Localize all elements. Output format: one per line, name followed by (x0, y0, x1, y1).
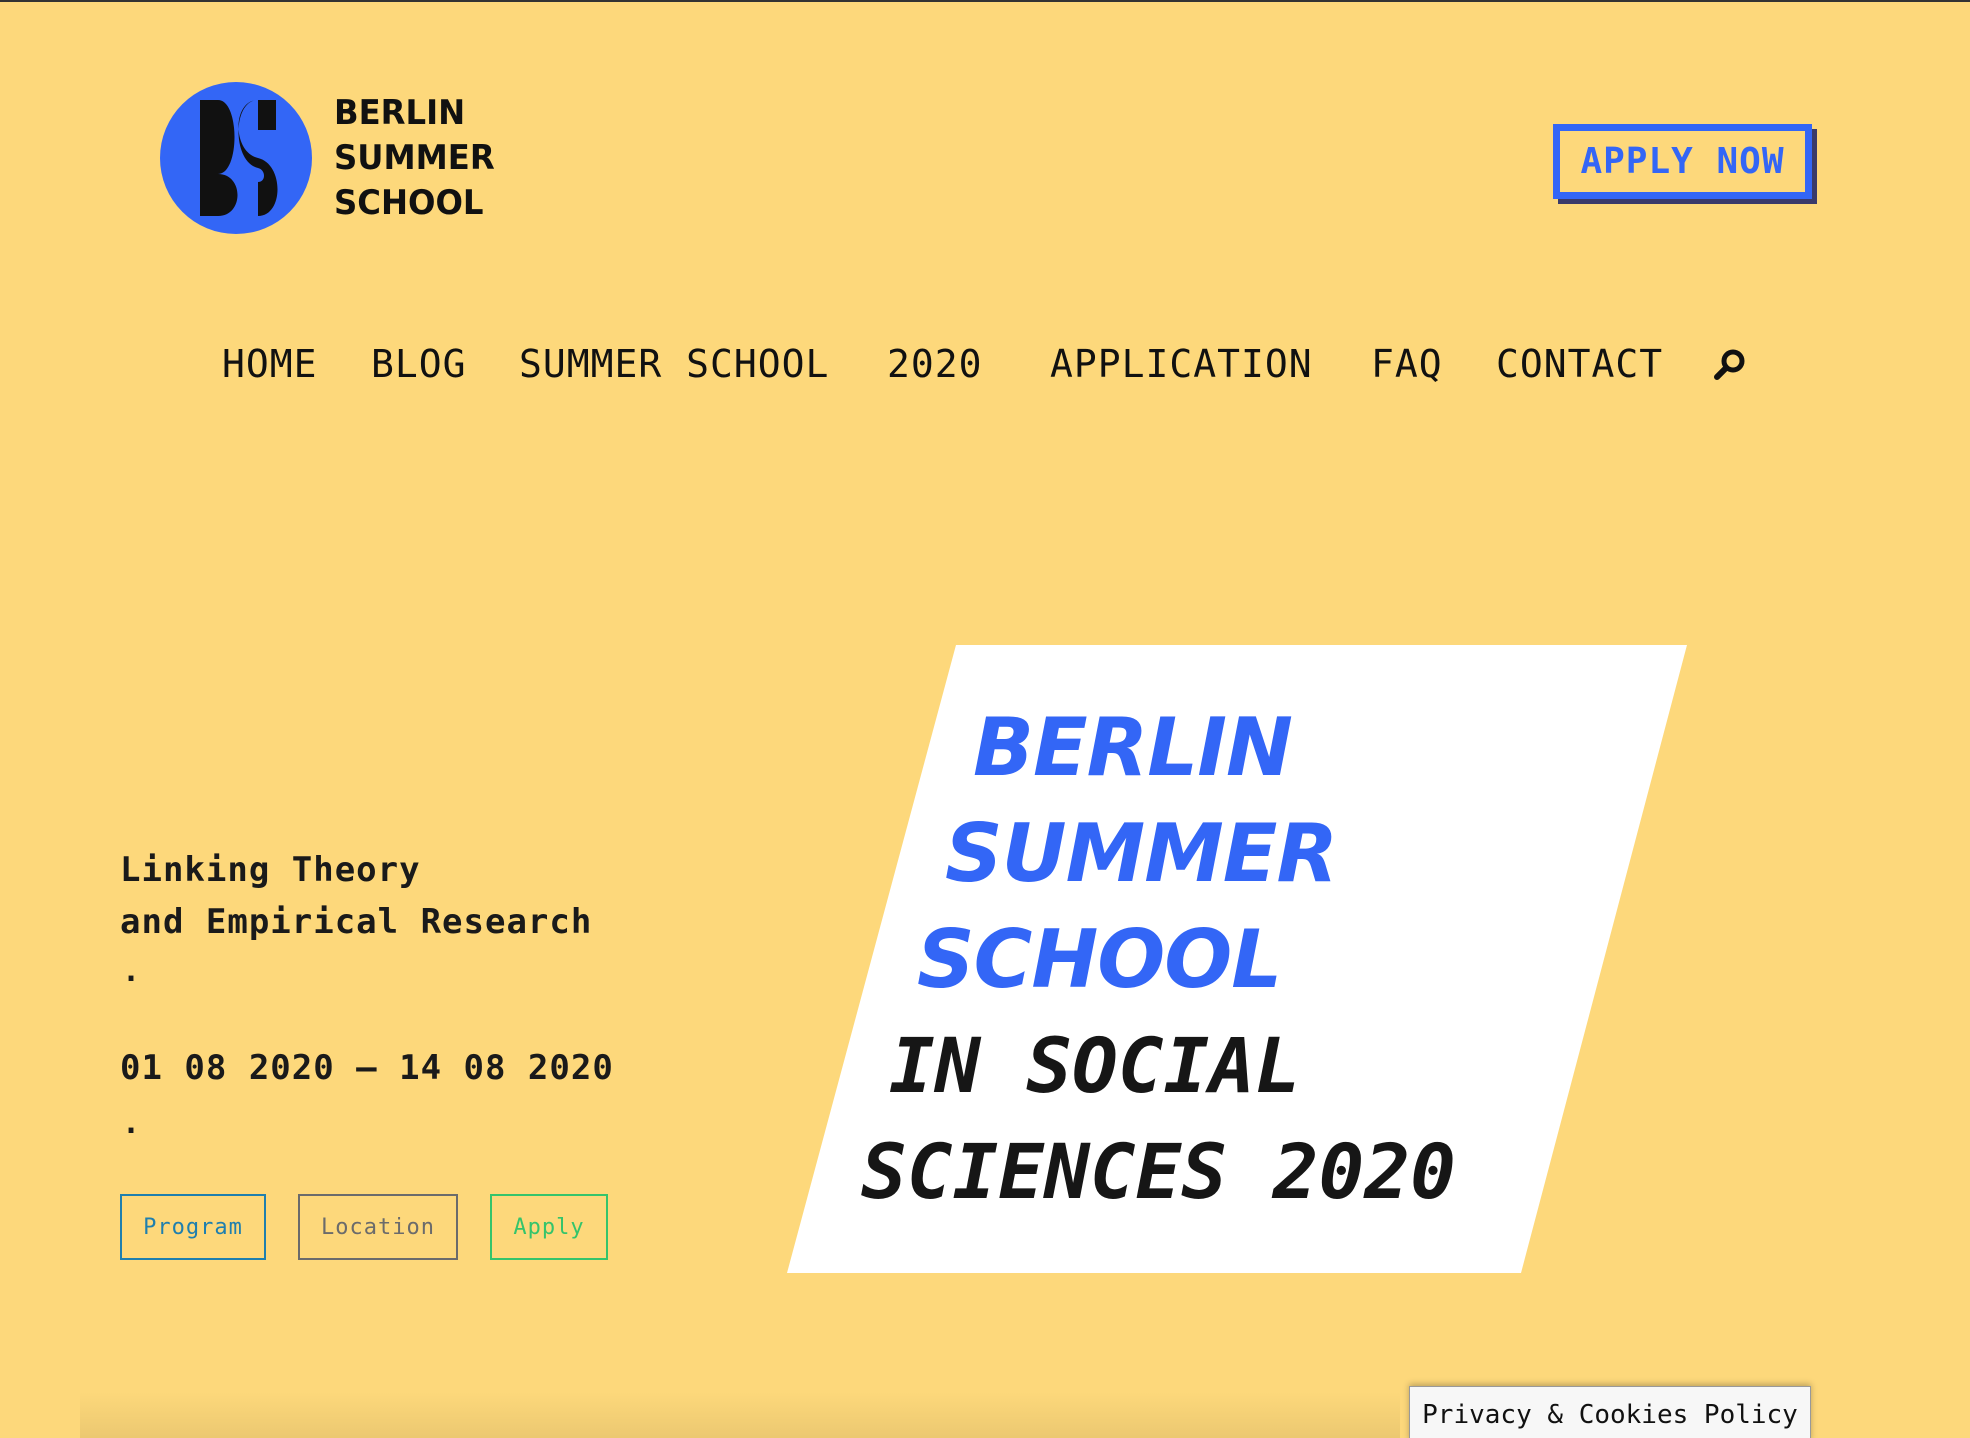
apply-now-button[interactable]: APPLY NOW (1553, 124, 1812, 199)
hero-tagline: Linking Theory and Empirical Research (120, 844, 592, 948)
hero-title-line-5: SCIENCES 2020 (861, 1127, 1456, 1216)
site-logo[interactable]: BERLIN SUMMER SCHOOL (160, 82, 503, 234)
logo-line-1: BERLIN (334, 92, 466, 133)
section-shadow (80, 1392, 1400, 1438)
hero-title-line-3: SCHOOL (917, 913, 1282, 1006)
nav-item-summer-school[interactable]: SUMMER SCHOOL (519, 342, 829, 386)
apply-button[interactable]: Apply (490, 1194, 608, 1260)
nav-item-home[interactable]: HOME (222, 342, 318, 386)
tagline-line-1: Linking Theory (120, 850, 421, 890)
main-nav: HOME BLOG SUMMER SCHOOL 2020 APPLICATION… (0, 342, 1970, 402)
separator-dot: . (122, 1106, 141, 1141)
nav-item-2020[interactable]: 2020 (887, 342, 983, 386)
nav-item-application[interactable]: APPLICATION (1050, 342, 1313, 386)
logo-line-2: SUMMER (334, 137, 495, 178)
separator-dot: . (122, 954, 141, 989)
nav-item-blog[interactable]: BLOG (371, 342, 467, 386)
location-button[interactable]: Location (298, 1194, 458, 1260)
hero-title-line-2: SUMMER (945, 807, 1338, 900)
program-button[interactable]: Program (120, 1194, 266, 1260)
tagline-line-2: and Empirical Research (120, 902, 593, 942)
nav-item-contact[interactable]: CONTACT (1496, 342, 1663, 386)
logo-line-3: SCHOOL (334, 182, 484, 223)
privacy-policy-button[interactable]: Privacy & Cookies Policy (1409, 1386, 1811, 1438)
hero-title-line-4: IN SOCIAL (889, 1021, 1301, 1110)
search-icon[interactable] (1713, 348, 1747, 382)
nav-item-faq[interactable]: FAQ (1371, 342, 1443, 386)
hero-title-line-1: BERLIN (973, 701, 1293, 794)
logo-mark-icon (160, 82, 312, 234)
event-dates: 01 08 2020 – 14 08 2020 (120, 1048, 614, 1088)
hero-title-card: BERLIN SUMMER SCHOOL IN SOCIAL SCIENCES … (785, 645, 1690, 1273)
logo-text: BERLIN SUMMER SCHOOL (334, 91, 495, 226)
